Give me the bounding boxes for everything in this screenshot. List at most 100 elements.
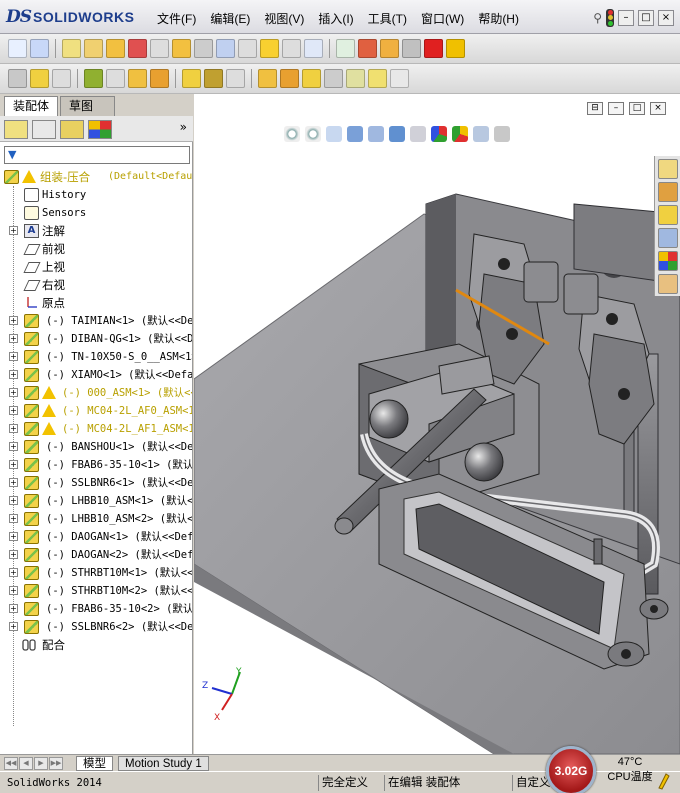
design-table-icon[interactable] [336, 39, 355, 58]
linear-pattern-icon[interactable] [84, 69, 103, 88]
restore-button[interactable]: □ [638, 10, 654, 26]
expand-icon[interactable]: + [9, 334, 18, 343]
tab-model[interactable]: 模型 [76, 756, 113, 771]
view-palette-icon[interactable] [658, 228, 678, 248]
tab-sketch[interactable]: 草图 [60, 96, 115, 116]
dynamic-annotation-icon[interactable] [368, 126, 384, 142]
appearances-icon[interactable] [658, 251, 678, 271]
expand-icon[interactable]: + [9, 442, 18, 451]
expand-icon[interactable]: + [9, 622, 18, 631]
more-tabs-icon[interactable]: » [180, 120, 187, 134]
expand-icon[interactable]: + [9, 604, 18, 613]
tree-item-sensors[interactable]: Sensors [0, 204, 192, 222]
apply-scene-icon[interactable] [473, 126, 489, 142]
snapshot-icon[interactable] [368, 69, 387, 88]
check-entity-icon[interactable] [30, 39, 49, 58]
component-row[interactable]: + (-) FBAB6-35-10<2> (默认< [0, 600, 192, 618]
bom-icon[interactable] [304, 39, 323, 58]
component-row[interactable]: + (-) TAIMIAN<1> (默认<<Def [0, 312, 192, 330]
display-style-icon[interactable] [410, 126, 426, 142]
bill-of-materials-icon[interactable] [258, 69, 277, 88]
component-row[interactable]: + (-) SSLBNR6<1> (默认<<Def [0, 474, 192, 492]
interference-icon[interactable] [62, 39, 81, 58]
view-settings-icon[interactable] [494, 126, 510, 142]
expand-icon[interactable]: + [9, 316, 18, 325]
mate-icon[interactable] [52, 69, 71, 88]
expand-icon[interactable]: + [9, 424, 18, 433]
component-row[interactable]: + (-) MC04-2L_AF0_ASM<1> [0, 402, 192, 420]
tree-item-plane[interactable]: 上视 [0, 258, 192, 276]
expand-icon[interactable]: + [9, 226, 18, 235]
menu-insert[interactable]: 插入(I) [311, 10, 360, 28]
tree-item-plane[interactable]: 右视 [0, 276, 192, 294]
component-row[interactable]: + (-) BANSHOU<1> (默认<<Def [0, 438, 192, 456]
view-orientation-icon[interactable] [389, 126, 405, 142]
rebuild-light-icon[interactable] [606, 9, 614, 27]
exploded-view-icon[interactable] [280, 69, 299, 88]
menu-window[interactable]: 窗口(W) [414, 10, 471, 28]
close-button[interactable]: × [658, 10, 674, 26]
viewport-minimize-icon[interactable]: – [608, 102, 624, 115]
next-tab-icon[interactable]: ▶ [34, 757, 48, 770]
tree-root[interactable]: 组装-压合 (Default<Default [0, 168, 192, 186]
edit-appearance-icon[interactable] [452, 126, 468, 142]
menu-file[interactable]: 文件(F) [150, 10, 203, 28]
component-row[interactable]: + (-) TN-10X50-S_0__ASM<1> [0, 348, 192, 366]
first-tab-icon[interactable]: ◀◀ [4, 757, 18, 770]
simulation-icon[interactable] [380, 39, 399, 58]
section-view-icon[interactable] [347, 126, 363, 142]
graphics-area[interactable]: ⊟ – □ × Y Z X [194, 94, 680, 754]
move-component-icon[interactable] [128, 69, 147, 88]
configure-icon[interactable] [358, 39, 377, 58]
minimize-button[interactable]: – [618, 10, 634, 26]
tree-item-plane[interactable]: 前视 [0, 240, 192, 258]
select-icon[interactable] [172, 39, 191, 58]
new-motion-study-icon[interactable] [226, 69, 245, 88]
new-part-icon[interactable] [30, 69, 49, 88]
assembly-features-icon[interactable] [182, 69, 201, 88]
smart-fasteners-icon[interactable] [106, 69, 125, 88]
tree-filter-input[interactable]: ▼ [4, 146, 190, 164]
expand-icon[interactable]: + [9, 550, 18, 559]
solidworks-resources-icon[interactable] [658, 159, 678, 179]
color-icon[interactable] [424, 39, 443, 58]
component-row[interactable]: + (-) DIBAN-QG<1> (默认<<Def [0, 330, 192, 348]
appearance-icon[interactable] [446, 39, 465, 58]
reference-geometry-icon[interactable] [204, 69, 223, 88]
component-row[interactable]: + (-) FBAB6-35-10<1> (默认< [0, 456, 192, 474]
expand-icon[interactable]: + [9, 460, 18, 469]
property-manager-icon[interactable] [32, 120, 56, 139]
expand-icon[interactable]: + [9, 514, 18, 523]
feature-manager-icon[interactable] [4, 120, 28, 139]
component-row[interactable]: + (-) SSLBNR6<2> (默认<<Def [0, 618, 192, 636]
expand-icon[interactable]: + [9, 568, 18, 577]
component-row[interactable]: + (-) LHBB10_ASM<2> (默认<<D [0, 510, 192, 528]
ruler-icon[interactable] [346, 69, 365, 88]
mates-folder[interactable]: 配合 [0, 636, 192, 654]
configuration-manager-icon[interactable] [60, 120, 84, 139]
show-hidden-icon[interactable] [150, 69, 169, 88]
component-row[interactable]: + (-) STHRBT10M<2> (默认<<D [0, 582, 192, 600]
solidworks-logo[interactable]: DS SOLIDWORKS [6, 6, 134, 28]
section-properties-icon[interactable] [106, 39, 125, 58]
component-row[interactable]: + (-) DAOGAN<2> (默认<<Defa [0, 546, 192, 564]
menu-tools[interactable]: 工具(T) [361, 10, 414, 28]
library-icon[interactable] [402, 39, 421, 58]
expand-icon[interactable]: + [9, 388, 18, 397]
mass-properties-icon[interactable] [84, 39, 103, 58]
menu-view[interactable]: 视图(V) [257, 10, 311, 28]
component-row[interactable]: + (-) LHBB10_ASM<1> (默认<<D [0, 492, 192, 510]
warning-icon[interactable] [260, 39, 279, 58]
display-manager-icon[interactable] [88, 120, 112, 139]
lock-icon[interactable] [150, 39, 169, 58]
expand-icon[interactable]: + [9, 586, 18, 595]
tree-item-history[interactable]: History [0, 186, 192, 204]
info-icon[interactable] [390, 69, 409, 88]
pin-icon[interactable]: ⚲ [593, 11, 602, 25]
custom-properties-icon[interactable] [658, 274, 678, 294]
help-icon[interactable] [656, 772, 670, 790]
hide-show-items-icon[interactable] [431, 126, 447, 142]
component-row[interactable]: + (-) MC04-2L_AF1_ASM<1> [0, 420, 192, 438]
measure-icon[interactable] [238, 39, 257, 58]
menu-help[interactable]: 帮助(H) [471, 10, 526, 28]
